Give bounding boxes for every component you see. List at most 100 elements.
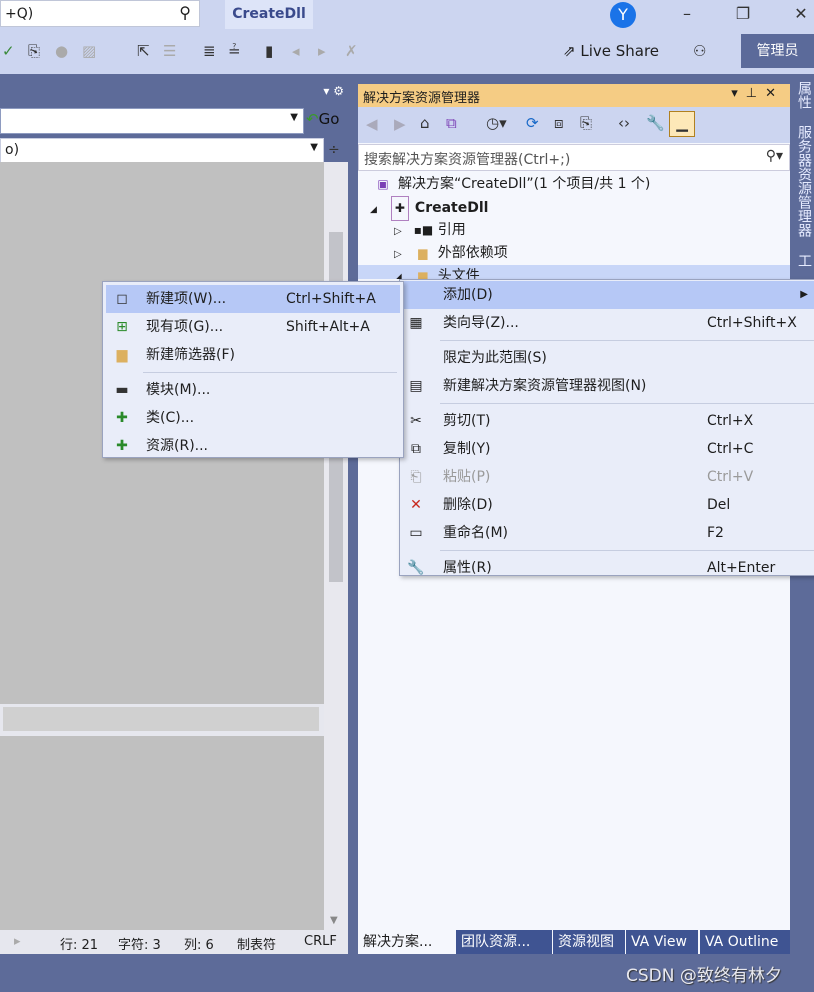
scroll-down-icon[interactable]: ▼ [330,915,338,926]
home-icon[interactable]: ⌂ [420,114,430,132]
refresh-icon[interactable]: ⟳ [526,114,539,132]
menu-item-delete[interactable]: ✕ 删除(D) Del [400,491,814,519]
show-all-files-icon[interactable]: ⎘ [580,114,592,132]
format-icon[interactable]: ☰ [163,42,176,60]
new-item-icon: ◻ [116,291,128,307]
spellcheck-icon[interactable]: ✓ [2,42,15,60]
tab-va-view[interactable]: VA View [626,930,698,954]
expanded-icon[interactable]: ◢ [370,205,377,215]
search-box[interactable]: +Q) ⚲ [0,0,200,27]
next-bookmark-icon[interactable]: ▸ [318,42,326,60]
close-icon[interactable]: ✕ [786,4,814,23]
feedback-icon[interactable]: ⚇ [693,42,706,60]
tab-va-outline[interactable]: VA Outline [700,930,790,954]
gear-icon[interactable]: ⚙ [333,84,344,98]
switch-views-icon[interactable]: ⧉ [446,114,457,132]
menu-shortcut: Del [707,497,731,513]
properties-icon[interactable]: 🔧 [646,114,665,132]
submenu-item-new-item[interactable]: ◻ 新建项(W)... Ctrl+Shift+A [106,285,400,313]
add-submenu: ◻ 新建项(W)... Ctrl+Shift+A ⊞ 现有项(G)... Shift+A… [102,281,404,458]
member-combo[interactable]: o) ▼ [0,138,324,164]
step-icon[interactable]: ⇱ [137,42,150,60]
tab-solution-explorer[interactable]: 解决方案... [358,930,456,954]
prev-bookmark-icon[interactable]: ◂ [292,42,300,60]
preview-icon[interactable]: ▁ [669,111,695,137]
disable-icon[interactable]: ▨ [82,42,96,60]
tab-properties[interactable]: 属性 [796,81,812,109]
tab-team-explorer[interactable]: 团队资源... [456,930,552,954]
solution-search-input[interactable]: 搜索解决方案资源管理器(Ctrl+;) ⚲▾ [358,144,790,171]
menu-item-cut[interactable]: ✂ 剪切(T) Ctrl+X [400,407,814,435]
tree-item-solution[interactable]: ▣ 解决方案“CreateDll”(1 个项目/共 1 个) [358,173,790,196]
wrench-icon: 🔧 [407,560,425,576]
tree-item-header-files[interactable]: ◢ ▆ 头文件 [358,265,790,279]
menu-item-rename[interactable]: ▭ 重命名(M) F2 [400,519,814,547]
solution-title: CreateDll [225,0,313,29]
go-button[interactable]: ↶Go [306,110,339,128]
pending-changes-icon[interactable]: ◷▾ [486,114,507,132]
back-icon[interactable]: ◀ [366,115,378,133]
line-ending[interactable]: CRLF [304,934,337,949]
forward-icon[interactable]: ▶ [394,115,406,133]
member-combo-text: o) [5,142,20,158]
submenu-item-new-filter[interactable]: ▆ 新建筛选器(F) [106,341,400,369]
menu-item-properties[interactable]: 🔧 属性(R) Alt+Enter [400,554,814,582]
scroll-left-icon[interactable]: ▸ [14,934,21,949]
tree-item-project[interactable]: ◢ ✚ CreateDll [358,196,790,221]
menu-item-scope[interactable]: 限定为此范围(S) [400,344,814,372]
tree-item-external-deps[interactable]: ▷ ▆ 外部依赖项 [358,242,790,265]
code-editor[interactable] [0,162,324,930]
clear-bookmarks-icon[interactable]: ✗ [345,42,358,60]
view-code-icon[interactable]: ‹› [618,114,630,132]
admin-badge[interactable]: 管理员 [741,34,814,68]
vertical-scrollbar[interactable]: ▼ [324,162,348,930]
menu-label: 粘贴(P) [443,469,491,485]
expanded-icon[interactable]: ◢ [394,272,402,279]
minimize-icon[interactable]: – [672,4,702,23]
horizontal-scrollbar[interactable] [0,704,324,736]
breakpoint-icon[interactable]: ● [55,42,68,60]
search-icon[interactable]: ⚲ [179,3,191,22]
copy-icon: ⧉ [411,441,421,457]
submenu-item-resource[interactable]: ✚ 资源(R)... [106,432,400,460]
submenu-item-class[interactable]: ✚ 类(C)... [106,404,400,432]
tab-resource-view[interactable]: 资源视图 [553,930,625,954]
tab-server-explorer[interactable]: 服务器资源管理器 [796,125,812,237]
tree-label: 外部依赖项 [437,245,508,261]
menu-item-copy[interactable]: ⧉ 复制(Y) Ctrl+C [400,435,814,463]
split-icon[interactable]: ÷ [328,142,340,158]
collapsed-icon[interactable]: ▷ [394,226,402,237]
submenu-item-existing-item[interactable]: ⊞ 现有项(G)... Shift+Alt+A [106,313,400,341]
menu-item-add[interactable]: 添加(D) ▶ [400,281,814,309]
menu-label: 剪切(T) [443,413,491,429]
comment-icon[interactable]: ≣ [203,42,216,60]
attach-icon[interactable]: ⎘ [28,42,40,60]
live-share-button[interactable]: ⇗ Live Share [563,42,659,60]
menu-item-new-view[interactable]: ▤ 新建解决方案资源管理器视图(N) [400,372,814,400]
toolbar: ✓ ⎘ ● ▨ ⇱ ☰ ≣ ≟ ▮ ◂ ▸ ✗ ⇗ Live Share ⚇ [0,36,814,74]
panel-controls[interactable]: ▾⊥✕ [731,86,784,101]
scope-combo[interactable]: ▼ [0,108,304,134]
collapse-all-icon[interactable]: ⧈ [554,114,564,132]
restore-icon[interactable]: ❐ [728,4,758,23]
go-label: Go [318,110,340,128]
collapsed-icon[interactable]: ▷ [394,249,402,260]
bookmark-icon[interactable]: ▮ [265,42,273,60]
live-share-label: Live Share [580,42,660,60]
menu-item-class-wizard[interactable]: ▦ 类向导(Z)... Ctrl+Shift+X [400,309,814,337]
dropdown-icon[interactable]: ▾ [323,84,329,98]
submenu-item-module[interactable]: ▬ 模块(M)... [106,376,400,404]
uncomment-icon[interactable]: ≟ [228,42,241,60]
tab-mode[interactable]: 制表符 [237,934,276,953]
cut-icon: ✂ [410,413,422,429]
menu-label: 新建解决方案资源管理器视图(N) [443,378,647,394]
tree-item-references[interactable]: ▷ ▪■ 引用 [358,219,790,242]
menu-label: 限定为此范围(S) [443,350,547,366]
resource-icon: ✚ [116,438,128,454]
avatar[interactable]: Y [610,2,636,28]
class-icon: ✚ [116,410,128,426]
tab-toolbox[interactable]: 工 [796,254,812,268]
search-icon[interactable]: ⚲▾ [766,148,783,164]
watermark: CSDN @致终有林夕 [626,966,782,986]
folder-icon: ▆ [418,246,428,260]
